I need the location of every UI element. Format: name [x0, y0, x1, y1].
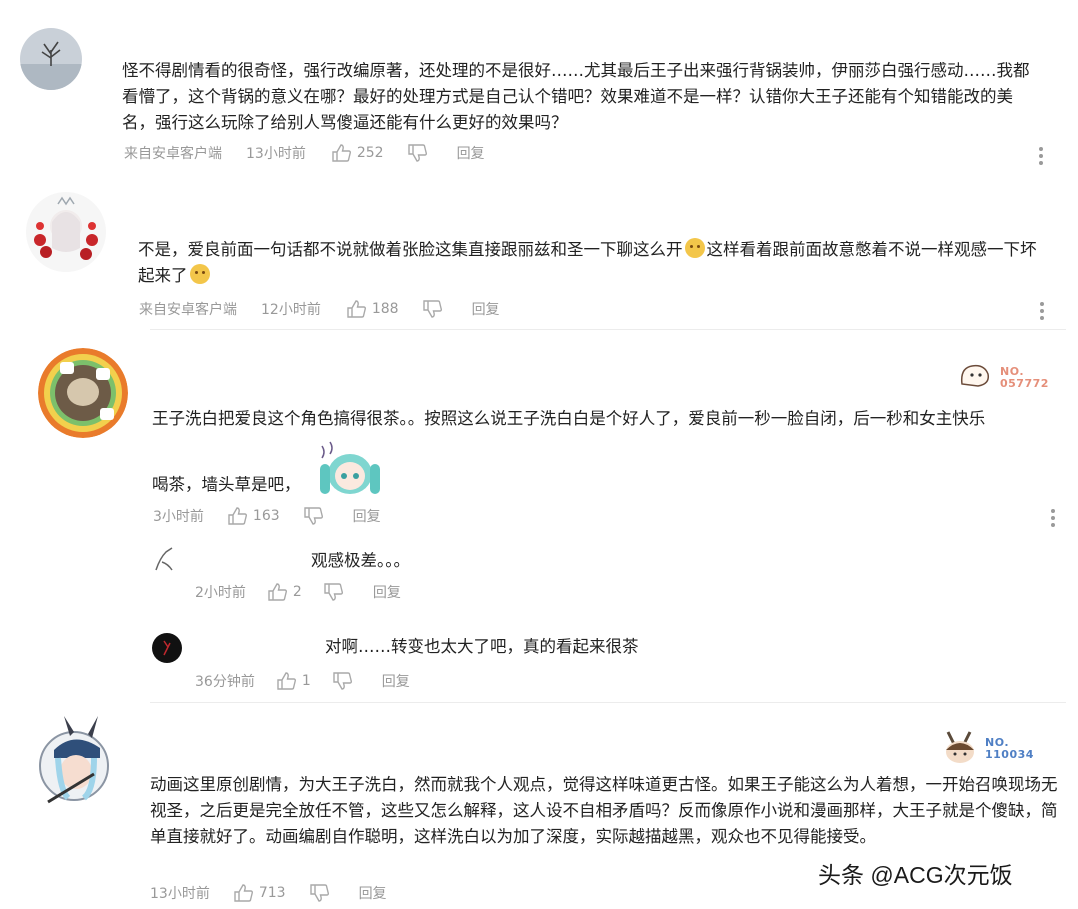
fan-badge-icon	[958, 360, 992, 390]
reply-button[interactable]: 回复	[353, 506, 381, 526]
reply-meta: 2小时前 2 回复	[195, 582, 401, 602]
thumb-up-icon	[234, 884, 253, 902]
like-button[interactable]: 713	[234, 884, 286, 902]
like-count: 713	[258, 885, 286, 901]
comment-text: 动画这里原创剧情，为大王子洗白，然而就我个人观点，觉得这样味道更古怪。如果王子能…	[150, 775, 1058, 846]
avatar-image	[26, 192, 106, 272]
client-label: 来自安卓客户端	[124, 146, 222, 162]
like-button[interactable]: 2	[268, 583, 302, 601]
more-options-button[interactable]	[1038, 147, 1044, 167]
avatar[interactable]	[26, 192, 106, 272]
comment-text-part: 不是，爱良前面一句话都不说就做着张脸这集直接跟丽兹和圣一下聊这么开	[138, 240, 683, 259]
more-vertical-icon	[1039, 302, 1045, 320]
comment-meta: 3小时前 163 回复	[153, 506, 381, 526]
thumb-down-icon	[309, 884, 329, 902]
reply-button[interactable]: 回复	[359, 883, 387, 903]
thumb-down-icon	[333, 672, 352, 690]
time-label: 12小时前	[261, 302, 321, 318]
miku-sticker-icon	[314, 440, 386, 500]
comment-text: 怪不得剧情看的很奇怪，强行改编原著，还处理的不是很好……尤其最后王子出来强行背锅…	[122, 61, 1030, 132]
fan-number-badge: NO. 057772	[1000, 365, 1049, 390]
thumb-down-icon	[324, 583, 343, 601]
avatar-image	[20, 28, 82, 90]
more-options-button[interactable]	[1039, 302, 1045, 322]
avatar-image	[152, 633, 182, 663]
fan-number-badge: NO. 110034	[985, 736, 1034, 761]
like-count: 188	[371, 301, 399, 317]
more-vertical-icon	[1050, 509, 1056, 527]
reply-text: 观感极差。。。	[311, 551, 410, 570]
avatar[interactable]	[38, 348, 128, 438]
reply-avatar[interactable]	[152, 633, 182, 663]
reply-button[interactable]: 回复	[472, 299, 500, 319]
like-count: 1	[301, 673, 311, 689]
dislike-button[interactable]	[407, 144, 427, 162]
reply-avatar[interactable]	[150, 544, 180, 574]
thumb-up-icon	[347, 300, 366, 318]
like-count: 163	[252, 508, 280, 524]
avatar-image	[155, 547, 173, 571]
client-label: 来自安卓客户端	[139, 302, 237, 318]
like-button[interactable]: 1	[277, 672, 311, 690]
like-button[interactable]: 163	[228, 507, 280, 525]
avatar-image	[39, 716, 109, 804]
reply-button[interactable]: 回复	[457, 143, 485, 163]
comment-text: 喝茶，墙头草是吧，	[152, 475, 301, 494]
thumb-up-icon	[332, 144, 351, 162]
avatar[interactable]	[34, 714, 116, 810]
dislike-button[interactable]	[324, 583, 343, 601]
time-label: 36分钟前	[195, 674, 255, 690]
comment-meta: 13小时前 713 回复	[150, 883, 387, 903]
dislike-button[interactable]	[303, 507, 323, 525]
more-options-button[interactable]	[1050, 509, 1056, 529]
fan-badge-icon	[940, 728, 984, 764]
thumb-up-icon	[277, 672, 296, 690]
reply-meta: 36分钟前 1 回复	[195, 671, 410, 691]
dislike-button[interactable]	[422, 300, 442, 318]
dislike-button[interactable]	[309, 884, 329, 902]
reply-button[interactable]: 回复	[382, 671, 410, 691]
like-count: 252	[356, 145, 384, 161]
thumb-up-icon	[268, 583, 287, 601]
thumb-down-icon	[422, 300, 442, 318]
more-vertical-icon	[1038, 147, 1044, 165]
like-count: 2	[292, 584, 302, 600]
laugh-emoji-icon	[684, 238, 705, 258]
time-label: 13小时前	[246, 146, 306, 162]
comment-text: 不是，爱良前面一句话都不说就做着张脸这集直接跟丽兹和圣一下聊这么开 这样看着跟前面…	[138, 237, 1048, 289]
thumb-up-icon	[228, 507, 247, 525]
divider	[150, 702, 1066, 703]
thumb-down-icon	[303, 507, 323, 525]
avatar-image	[38, 348, 128, 438]
thumb-down-icon	[407, 144, 427, 162]
like-button[interactable]: 188	[347, 300, 399, 318]
comment-meta: 来自安卓客户端 12小时前 188 回复	[139, 299, 500, 319]
time-label: 2小时前	[195, 585, 246, 601]
time-label: 3小时前	[153, 509, 204, 525]
dislike-button[interactable]	[333, 672, 352, 690]
time-label: 13小时前	[150, 886, 210, 902]
laugh-emoji-icon	[189, 264, 210, 284]
reply-button[interactable]: 回复	[373, 582, 401, 602]
comment-meta: 来自安卓客户端 13小时前 252 回复	[124, 143, 485, 163]
avatar[interactable]	[20, 28, 82, 90]
watermark: 头条 @ACG次元饭	[818, 862, 1013, 888]
divider	[150, 329, 1066, 330]
like-button[interactable]: 252	[332, 144, 384, 162]
comment-text: 王子洗白把爱良这个角色搞得很茶。。按照这么说王子洗白白是个好人了，爱良前一秒一脸…	[152, 409, 986, 428]
reply-text: 对啊……转变也太大了吧，真的看起来很茶	[325, 637, 639, 656]
